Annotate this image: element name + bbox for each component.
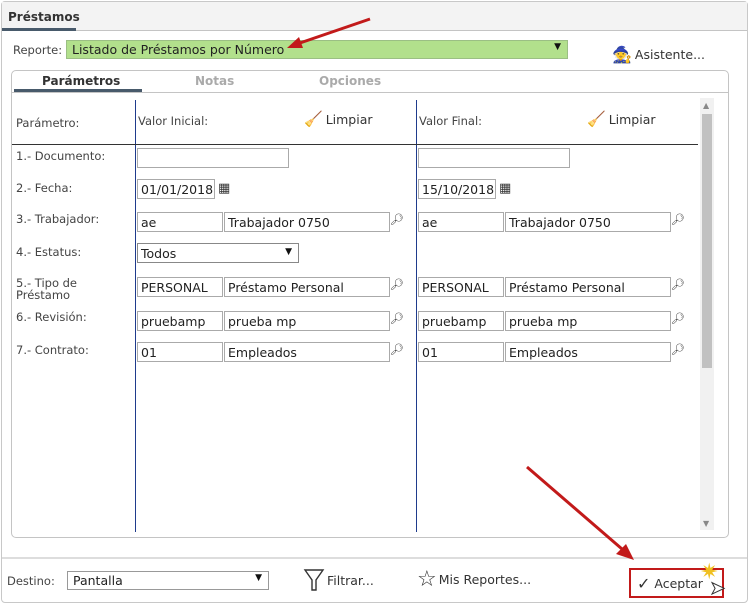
estatus-value: Todos [141, 246, 177, 261]
aceptar-label: Aceptar [654, 575, 703, 591]
search-icon[interactable]: 🔍︎ [390, 278, 404, 291]
search-icon[interactable]: 🔍︎ [671, 312, 685, 325]
chevron-down-icon: ▼ [285, 247, 292, 257]
asistente-button[interactable]: 🧙 Asistente... [612, 45, 705, 64]
check-icon: ✓ [637, 573, 651, 593]
limpiar-inicial-button[interactable]: 🧹 Limpiar [304, 110, 373, 128]
scroll-down-icon[interactable]: ▼ [703, 519, 709, 528]
documento-inicial-input[interactable] [137, 148, 289, 168]
tab-prestamos[interactable]: Préstamos [8, 10, 80, 24]
mis-reportes-button[interactable]: ☆ Mis Reportes... [417, 567, 531, 592]
limpiar-label: Limpiar [325, 111, 373, 127]
valor-inicial-header: Valor Inicial: [138, 114, 209, 128]
trabajador-ini-desc-input[interactable]: Trabajador 0750 [224, 212, 390, 232]
tab-divider [12, 92, 728, 93]
search-icon[interactable]: 🔍︎ [671, 213, 685, 226]
tab-parametros[interactable]: Parámetros [42, 74, 120, 88]
destino-label: Destino: [7, 574, 55, 588]
column-divider [135, 100, 136, 532]
param-label-fecha: 2.- Fecha: [16, 181, 73, 195]
filtrar-label: Filtrar... [327, 572, 374, 588]
tipo-ini-desc-input[interactable]: Préstamo Personal [224, 277, 390, 297]
contrato-ini-desc-input[interactable]: Empleados [224, 342, 390, 362]
search-icon[interactable]: 🔍︎ [390, 312, 404, 325]
scroll-up-icon[interactable]: ▲ [703, 101, 709, 110]
destino-select[interactable]: Pantalla ▼ [67, 571, 269, 590]
trabajador-ini-code-input[interactable]: ae [137, 212, 223, 232]
tipo-fin-code-input[interactable]: PERSONAL [418, 277, 504, 297]
calendar-icon[interactable]: ▦ [218, 181, 230, 196]
estatus-select[interactable]: Todos ▼ [137, 243, 299, 263]
trabajador-fin-code-input[interactable]: ae [418, 212, 504, 232]
contrato-ini-code-input[interactable]: 01 [137, 342, 223, 362]
destino-value: Pantalla [73, 573, 123, 588]
revision-ini-code-input[interactable]: pruebamp [137, 311, 223, 331]
filter-icon [303, 569, 325, 591]
param-header: Parámetro: [16, 116, 80, 130]
chevron-down-icon: ▼ [255, 573, 262, 583]
reporte-value: Listado de Préstamos por Número [72, 42, 285, 57]
broom-icon: 🧹 [587, 110, 606, 128]
mis-reportes-label: Mis Reportes... [438, 572, 532, 587]
revision-fin-code-input[interactable]: pruebamp [418, 311, 504, 331]
reporte-label: Reporte: [13, 43, 63, 57]
param-label-trabajador: 3.- Trabajador: [16, 212, 100, 226]
broom-icon: 🧹 [304, 110, 323, 128]
param-label-estatus: 4.- Estatus: [16, 245, 82, 259]
tipo-fin-desc-input[interactable]: Préstamo Personal [505, 277, 671, 297]
revision-fin-desc-input[interactable]: prueba mp [505, 311, 671, 331]
scrollbar-thumb[interactable] [702, 114, 712, 368]
search-icon[interactable]: 🔍︎ [671, 278, 685, 291]
revision-ini-desc-input[interactable]: prueba mp [224, 311, 390, 331]
mouse-cursor-icon: ➤ [709, 578, 726, 600]
trabajador-fin-desc-input[interactable]: Trabajador 0750 [505, 212, 671, 232]
param-label-tipo: 5.- Tipo de Préstamo [16, 276, 78, 302]
contrato-fin-code-input[interactable]: 01 [418, 342, 504, 362]
star-icon: ☆ [417, 567, 437, 592]
limpiar-final-button[interactable]: 🧹 Limpiar [587, 110, 656, 128]
fecha-inicial-input[interactable]: 01/01/2018 [137, 179, 215, 199]
param-label-documento: 1.- Documento: [16, 149, 106, 163]
search-icon[interactable]: 🔍︎ [390, 343, 404, 356]
param-label-contrato: 7.- Contrato: [16, 343, 89, 357]
annotation-arrow-icon [526, 465, 634, 560]
fecha-final-input[interactable]: 15/10/2018 [418, 179, 496, 199]
annotation-arrow-icon [287, 17, 371, 48]
active-tab-underline [14, 89, 142, 92]
header-divider [12, 144, 698, 145]
search-icon[interactable]: 🔍︎ [390, 213, 404, 226]
valor-final-header: Valor Final: [419, 114, 483, 128]
documento-final-input[interactable] [418, 148, 570, 168]
wizard-icon: 🧙 [612, 45, 632, 64]
active-tab-underline [2, 28, 76, 31]
column-divider [416, 100, 417, 532]
tab-opciones[interactable]: Opciones [319, 74, 381, 88]
tab-notas[interactable]: Notas [195, 74, 234, 88]
param-label-revision: 6.- Revisión: [16, 310, 87, 324]
filtrar-button[interactable]: Filtrar... [303, 568, 374, 592]
tipo-ini-code-input[interactable]: PERSONAL [137, 277, 223, 297]
search-icon[interactable]: 🔍︎ [671, 343, 685, 356]
calendar-icon[interactable]: ▦ [499, 181, 511, 196]
chevron-down-icon: ▼ [554, 42, 561, 52]
contrato-fin-desc-input[interactable]: Empleados [505, 342, 671, 362]
limpiar-label: Limpiar [608, 111, 656, 127]
asistente-label: Asistente... [634, 47, 705, 62]
